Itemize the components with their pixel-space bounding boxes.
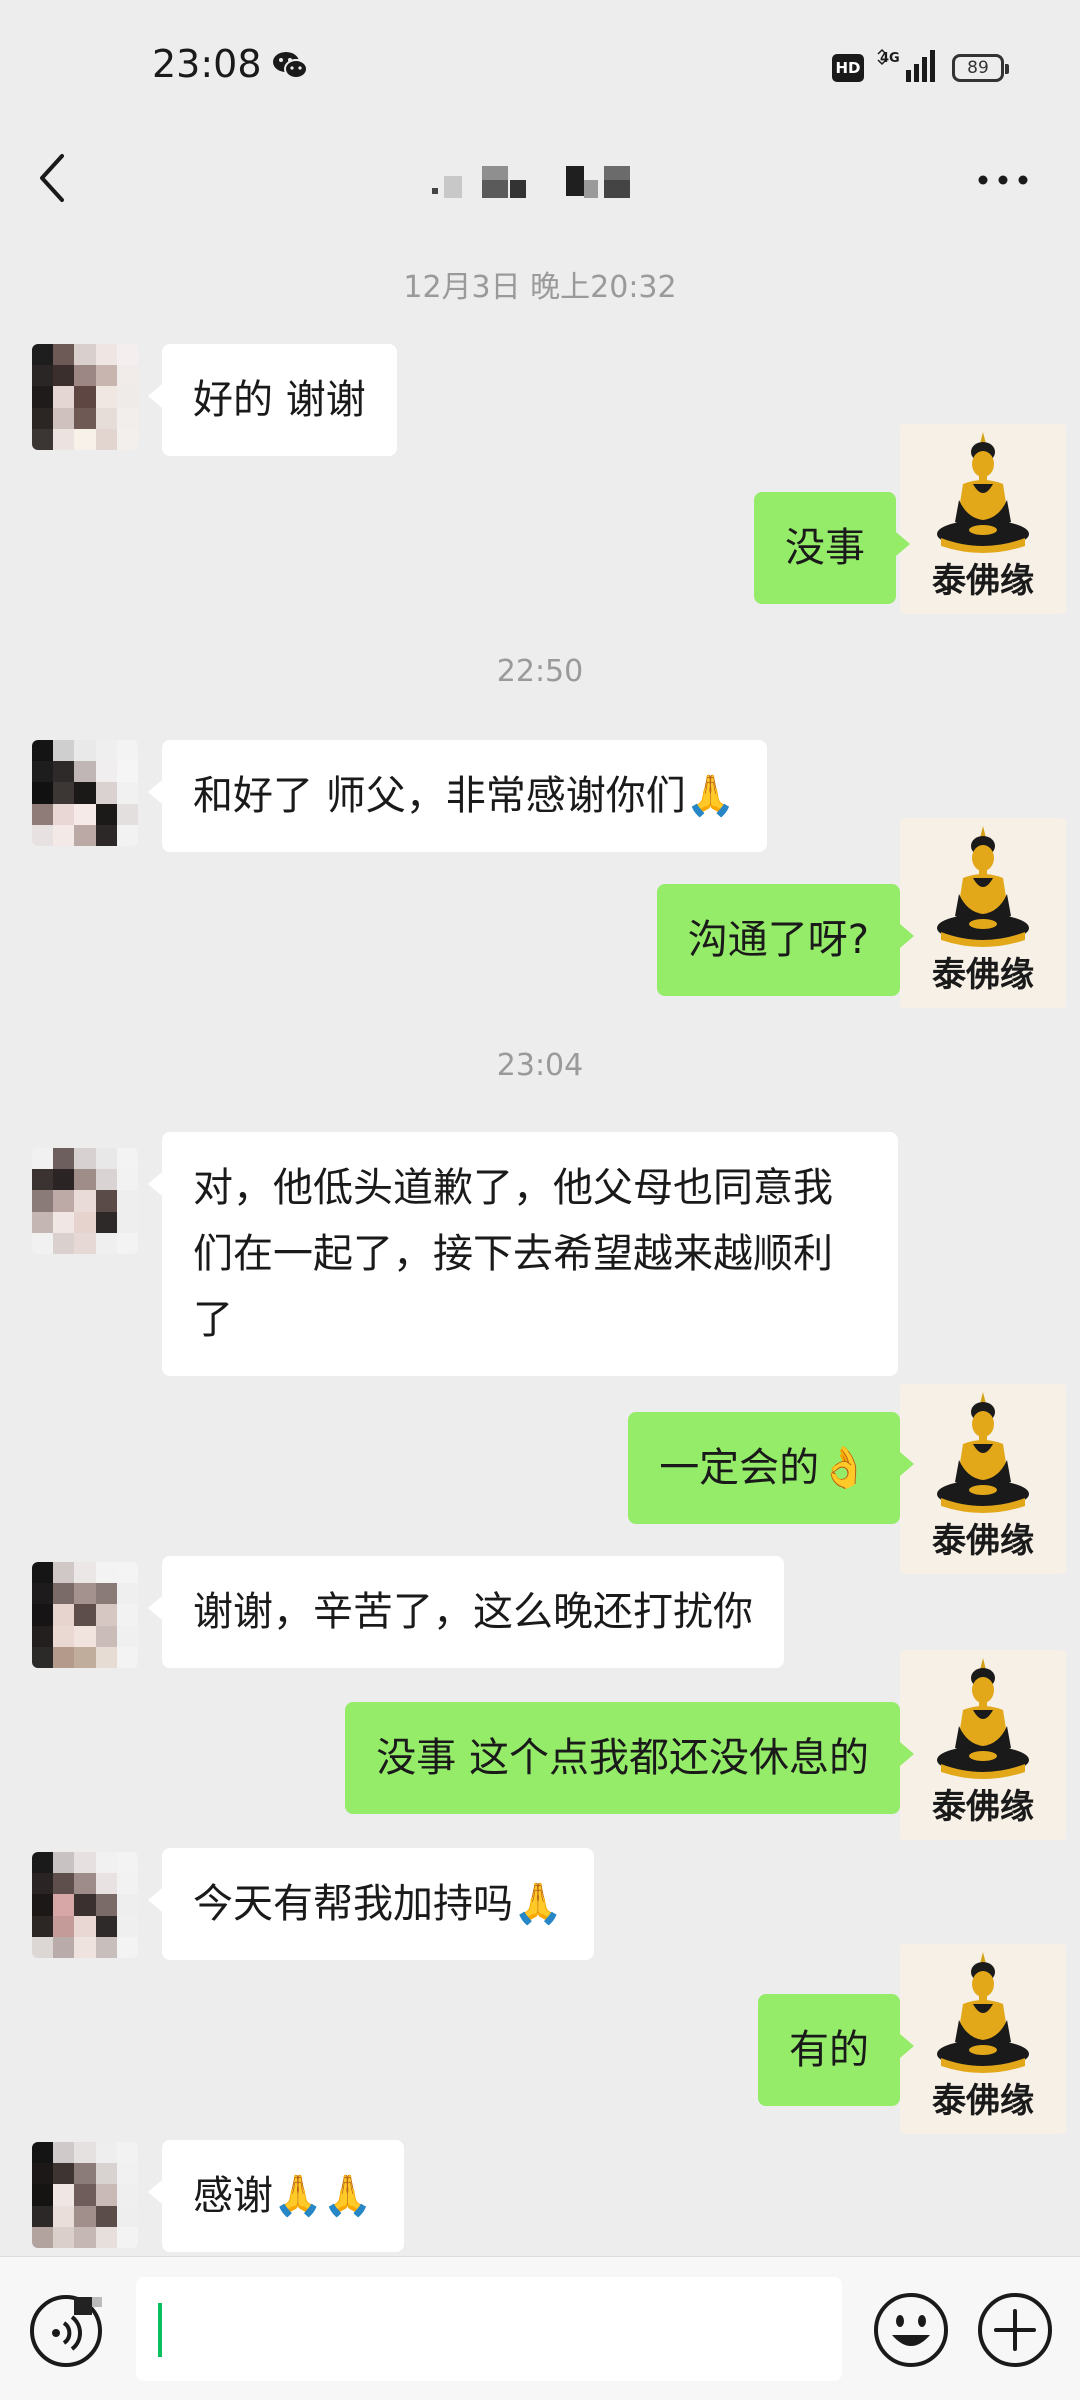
message-bubble-incoming[interactable]: 好的 谢谢 [148, 344, 397, 456]
battery-icon: 89 [952, 54, 1009, 82]
avatar-brand-text: 泰佛缘 [932, 2081, 1034, 2121]
avatar-mosaic [32, 740, 138, 846]
message-bubble-incoming[interactable]: 谢谢，辛苦了，这么晚还打扰你 [148, 1556, 784, 1668]
avatar-mosaic [32, 2142, 138, 2248]
timestamp: 12月3日 晚上20:32 [403, 270, 677, 305]
contact-avatar[interactable] [32, 1852, 138, 1958]
my-avatar[interactable]: 泰佛缘 [900, 818, 1066, 1008]
message-bubble-outgoing[interactable]: 没事 [754, 492, 910, 604]
wechat-icon [273, 52, 308, 79]
contact-avatar[interactable] [32, 2142, 138, 2248]
contact-avatar[interactable] [32, 344, 138, 450]
message-bubble-outgoing[interactable]: 没事 这个点我都还没休息的 [345, 1702, 914, 1814]
voice-icon[interactable] [28, 2293, 104, 2369]
buddha-icon [937, 1392, 1029, 1513]
avatar-mosaic [32, 1562, 138, 1668]
buddha-icon [937, 826, 1029, 947]
message-bubble-outgoing[interactable]: 一定会的👌 [628, 1412, 914, 1524]
buddha-icon [937, 1952, 1029, 2073]
my-avatar[interactable]: 泰佛缘 [900, 424, 1066, 614]
message-bubble-incoming[interactable]: 对，他低头道歉了，他父母也同意我们在一起了，接下去希望越来越顺利了 [148, 1132, 898, 1376]
message-bubble-outgoing[interactable]: 沟通了呀? [656, 884, 915, 996]
buddha-icon [937, 432, 1029, 553]
avatar-brand-text: 泰佛缘 [932, 1521, 1034, 1561]
my-avatar[interactable]: 泰佛缘 [900, 1650, 1066, 1840]
contact-avatar[interactable] [32, 1148, 138, 1254]
signal-icon: 4G [877, 48, 935, 82]
buddha-icon [937, 1658, 1029, 1779]
status-bar: 23:08 HD 4G 89 [0, 0, 1080, 130]
message-bubble-incoming[interactable]: 感谢🙏🙏 [148, 2140, 404, 2252]
more-icon[interactable] [975, 170, 1031, 190]
avatar-brand-text: 泰佛缘 [932, 1787, 1034, 1827]
avatar-brand-text: 泰佛缘 [932, 561, 1034, 601]
timestamp: 23:04 [496, 1048, 584, 1083]
input-bar [0, 2256, 1080, 2400]
avatar-brand-text: 泰佛缘 [932, 955, 1034, 995]
status-time: 23:08 [152, 42, 262, 86]
contact-avatar[interactable] [32, 740, 138, 846]
my-avatar[interactable]: 泰佛缘 [900, 1944, 1066, 2134]
plus-icon[interactable] [976, 2291, 1054, 2369]
message-bubble-outgoing[interactable]: 有的 [758, 1994, 914, 2106]
avatar-mosaic [32, 1852, 138, 1958]
text-caret [158, 2303, 162, 2357]
timestamp: 22:50 [496, 654, 584, 689]
hd-badge: HD [832, 54, 864, 82]
avatar-mosaic [32, 344, 138, 450]
my-avatar[interactable]: 泰佛缘 [900, 1384, 1066, 1574]
avatar-mosaic [32, 1148, 138, 1254]
message-input[interactable] [136, 2277, 842, 2381]
message-bubble-incoming[interactable]: 今天有帮我加持吗🙏 [148, 1848, 594, 1960]
chat-header: · ▪▪ ▪ ▪ [0, 130, 1080, 240]
emoji-icon[interactable] [872, 2291, 950, 2369]
message-bubble-incoming[interactable]: 和好了 师父，非常感谢你们🙏 [148, 740, 767, 852]
contact-avatar[interactable] [32, 1562, 138, 1668]
